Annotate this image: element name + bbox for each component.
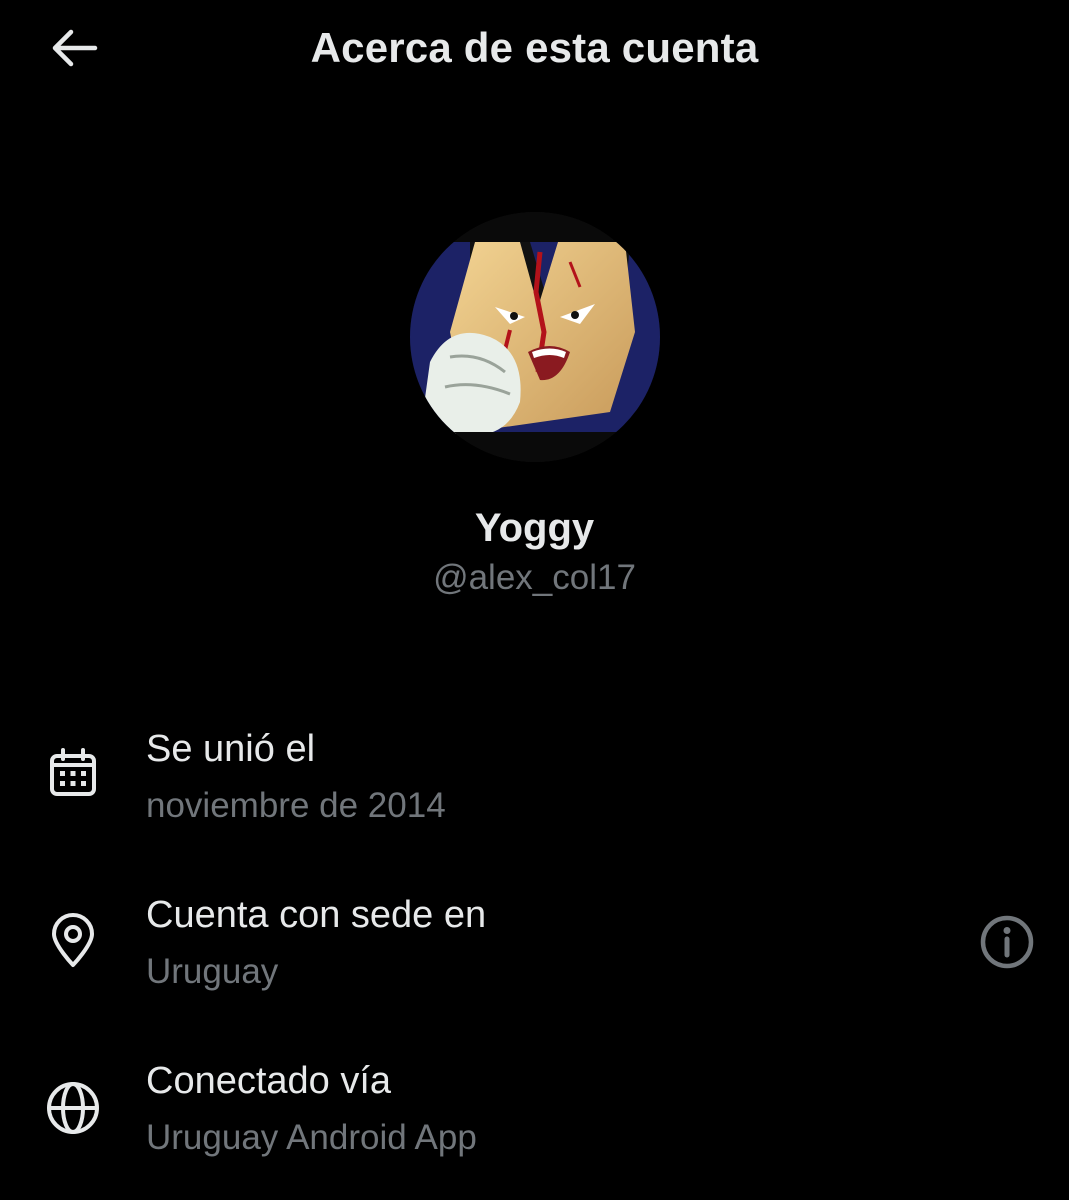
info-circle-icon xyxy=(980,915,1034,969)
username-handle: @alex_col17 xyxy=(433,558,636,597)
location-pin-icon xyxy=(44,912,102,970)
avatar-image xyxy=(410,212,660,462)
location-info-button[interactable] xyxy=(976,911,1038,973)
page-title: Acerca de esta cuenta xyxy=(310,24,759,71)
connected-via-label: Conectado vía xyxy=(146,1060,392,1102)
connected-via-row: Conectado vía Uruguay Android App xyxy=(0,1052,1069,1182)
joined-value: noviembre de 2014 xyxy=(146,786,446,825)
avatar[interactable] xyxy=(410,212,660,462)
globe-icon xyxy=(44,1079,102,1137)
location-row: Cuenta con sede en Uruguay xyxy=(0,886,1069,1016)
joined-label: Se unió el xyxy=(146,728,316,770)
location-label: Cuenta con sede en xyxy=(146,894,487,936)
calendar-icon xyxy=(44,744,102,802)
location-value: Uruguay xyxy=(146,952,279,991)
joined-date-row: Se unió el noviembre de 2014 xyxy=(0,720,1069,850)
top-bar: Acerca de esta cuenta xyxy=(0,0,1069,100)
display-name: Yoggy xyxy=(474,506,595,550)
connected-via-value: Uruguay Android App xyxy=(146,1118,477,1157)
